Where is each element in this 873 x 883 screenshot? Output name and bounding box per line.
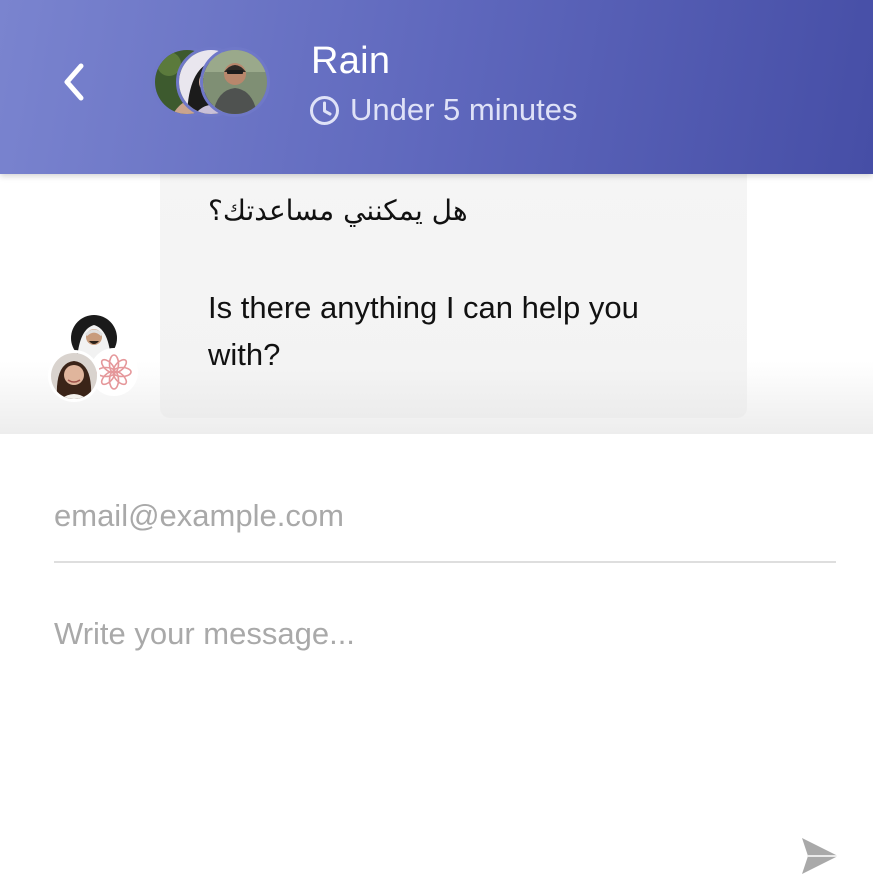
email-field[interactable] bbox=[54, 470, 836, 563]
response-time: Under 5 minutes bbox=[309, 90, 577, 130]
chevron-left-icon bbox=[64, 63, 84, 101]
agent-name: Rain bbox=[311, 40, 391, 82]
response-time-label: Under 5 minutes bbox=[350, 92, 578, 127]
clock-icon bbox=[310, 95, 339, 125]
message-bubble: هل يمكنني مساعدتك؟ Is there anything I c… bbox=[160, 174, 747, 418]
sender-avatar-woman bbox=[48, 350, 100, 402]
chat-header: Rain Under 5 minutes bbox=[0, 0, 873, 174]
team-avatars bbox=[152, 47, 277, 123]
team-avatar-3 bbox=[200, 47, 270, 117]
sender-avatars bbox=[48, 312, 140, 404]
message-input[interactable] bbox=[54, 612, 836, 812]
conversation-area: هل يمكنني مساعدتك؟ Is there anything I c… bbox=[0, 174, 873, 434]
send-button[interactable] bbox=[796, 834, 842, 878]
back-button[interactable] bbox=[52, 60, 96, 104]
message-text-arabic: هل يمكنني مساعدتك؟ bbox=[208, 194, 468, 227]
message-text-english: Is there anything I can help you with? bbox=[208, 290, 639, 372]
send-icon bbox=[802, 838, 838, 874]
